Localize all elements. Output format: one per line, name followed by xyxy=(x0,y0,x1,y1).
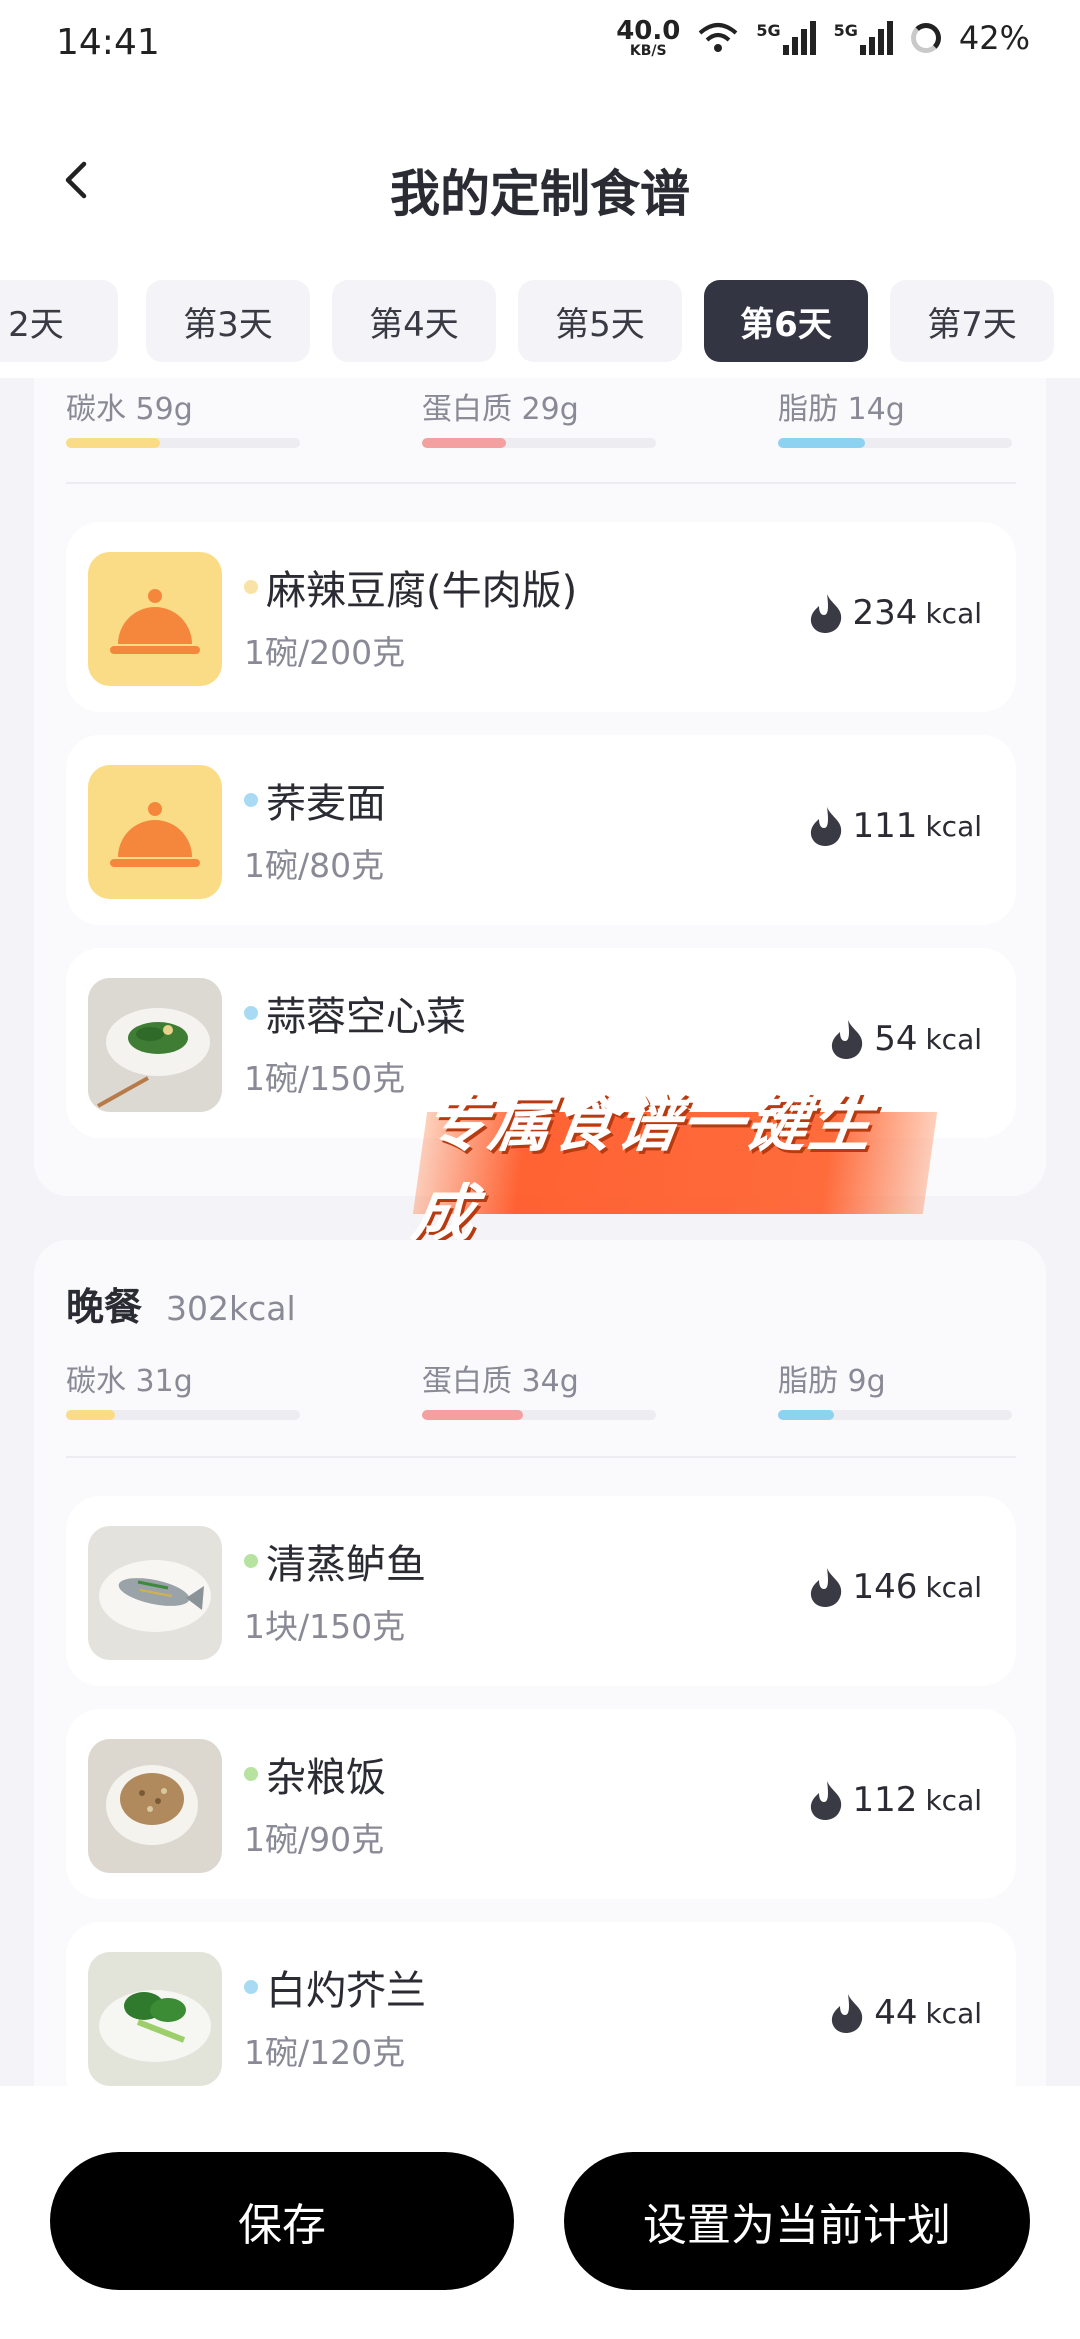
meal-title: 晚餐 xyxy=(66,1285,143,1329)
food-calories: 234 kcal xyxy=(807,592,982,634)
protein-macro: 蛋白质 29g xyxy=(422,384,656,448)
tab-day-5[interactable]: 第5天 xyxy=(518,280,682,362)
tab-day-4[interactable]: 第4天 xyxy=(332,280,496,362)
food-name: 麻辣豆腐(牛肉版) xyxy=(266,568,578,614)
food-item[interactable]: 荞麦面 1碗/80克 111 kcal xyxy=(66,735,1016,925)
food-portion: 1碗/80克 xyxy=(244,846,385,885)
protein-progress xyxy=(422,1410,523,1420)
category-dot xyxy=(244,1554,258,1568)
signal-sim2-icon: 5G xyxy=(834,21,893,55)
category-dot xyxy=(244,1767,258,1781)
carb-macro: 碳水 59g xyxy=(66,384,300,448)
protein-macro: 蛋白质 34g xyxy=(422,1356,656,1420)
carb-progress xyxy=(66,438,160,448)
food-portion: 1碗/120克 xyxy=(244,2033,406,2072)
cloche-icon xyxy=(88,765,222,899)
food-portion: 1碗/150克 xyxy=(244,1059,406,1098)
cloche-icon xyxy=(88,552,222,686)
food-portion: 1块/150克 xyxy=(244,1607,406,1646)
category-dot xyxy=(244,580,258,594)
lunch-macros: 碳水 59g 蛋白质 29g 脂肪 14g xyxy=(66,384,1016,448)
flame-icon xyxy=(832,1994,863,2033)
food-item[interactable]: 麻辣豆腐(牛肉版) 1碗/200克 234 kcal xyxy=(66,522,1016,712)
kailan-photo xyxy=(88,1952,222,2086)
dinner-panel: 晚餐 302kcal 碳水 31g 蛋白质 34g 脂肪 9g 清蒸鲈鱼 1块/… xyxy=(34,1240,1046,2140)
food-calories: 54 kcal xyxy=(828,1018,982,1060)
food-calories: 111 kcal xyxy=(807,805,982,847)
meal-total-calories: 302kcal xyxy=(166,1289,296,1328)
status-bar: 14:41 40.0 KB/S 5G 5G 42% xyxy=(0,0,1080,84)
food-name: 荞麦面 xyxy=(266,781,386,827)
battery-level: 42% xyxy=(958,19,1030,57)
flame-icon xyxy=(810,1568,841,1607)
food-name: 清蒸鲈鱼 xyxy=(266,1542,426,1588)
battery-icon xyxy=(910,23,941,53)
carb-progress xyxy=(66,1410,116,1420)
category-dot xyxy=(244,1006,258,1020)
status-time: 14:41 xyxy=(56,22,160,63)
steamed-fish-photo xyxy=(88,1526,222,1660)
tab-day-7[interactable]: 第7天 xyxy=(890,280,1054,362)
set-current-plan-button[interactable]: 设置为当前计划 xyxy=(564,2152,1030,2290)
save-button[interactable]: 保存 xyxy=(50,2152,514,2290)
fat-progress xyxy=(778,1410,835,1420)
divider xyxy=(66,1456,1016,1458)
protein-progress xyxy=(422,438,507,448)
food-name: 杂粮饭 xyxy=(266,1755,386,1801)
divider xyxy=(66,482,1016,484)
fat-macro: 脂肪 14g xyxy=(778,384,1012,448)
food-item[interactable]: 杂粮饭 1碗/90克 112 kcal xyxy=(66,1709,1016,1899)
flame-icon xyxy=(832,1020,863,1059)
signal-sim1-icon: 5G xyxy=(756,21,816,55)
water-spinach-photo xyxy=(88,978,222,1112)
fat-progress xyxy=(778,438,865,448)
tab-day-2[interactable]: 2天 xyxy=(0,280,118,362)
flame-icon xyxy=(810,1781,841,1820)
food-name: 白灼芥兰 xyxy=(266,1968,426,2014)
dinner-macros: 碳水 31g 蛋白质 34g 脂肪 9g xyxy=(66,1356,1016,1420)
tab-day-3[interactable]: 第3天 xyxy=(146,280,310,362)
food-item[interactable]: 清蒸鲈鱼 1块/150克 146 kcal xyxy=(66,1496,1016,1686)
food-item[interactable]: 白灼芥兰 1碗/120克 44 kcal xyxy=(66,1922,1016,2112)
category-dot xyxy=(244,793,258,807)
food-calories: 44 kcal xyxy=(828,1992,982,2034)
wifi-icon xyxy=(699,23,738,52)
page-header: 我的定制食谱 xyxy=(0,84,1080,274)
food-name: 蒜蓉空心菜 xyxy=(266,994,466,1040)
carb-macro: 碳水 31g xyxy=(66,1356,300,1420)
tab-day-6[interactable]: 第6天 xyxy=(704,280,868,362)
page-title: 我的定制食谱 xyxy=(390,165,690,223)
promo-banner: 专属食谱一键生成 xyxy=(408,1087,938,1250)
meal-header: 晚餐 302kcal xyxy=(66,1276,296,1331)
flame-icon xyxy=(810,594,841,633)
flame-icon xyxy=(810,807,841,846)
food-portion: 1碗/90克 xyxy=(244,1820,385,1859)
day-tabs: 2天 第3天 第4天 第5天 第6天 第7天 xyxy=(0,274,1080,378)
food-calories: 146 kcal xyxy=(807,1566,982,1608)
network-speed: 40.0 KB/S xyxy=(616,16,681,59)
bottom-action-bar: 保存 设置为当前计划 xyxy=(0,2086,1080,2339)
food-portion: 1碗/200克 xyxy=(244,633,406,672)
category-dot xyxy=(244,1980,258,1994)
fat-macro: 脂肪 9g xyxy=(778,1356,1012,1420)
food-calories: 112 kcal xyxy=(807,1779,982,1821)
grain-rice-photo xyxy=(88,1739,222,1873)
